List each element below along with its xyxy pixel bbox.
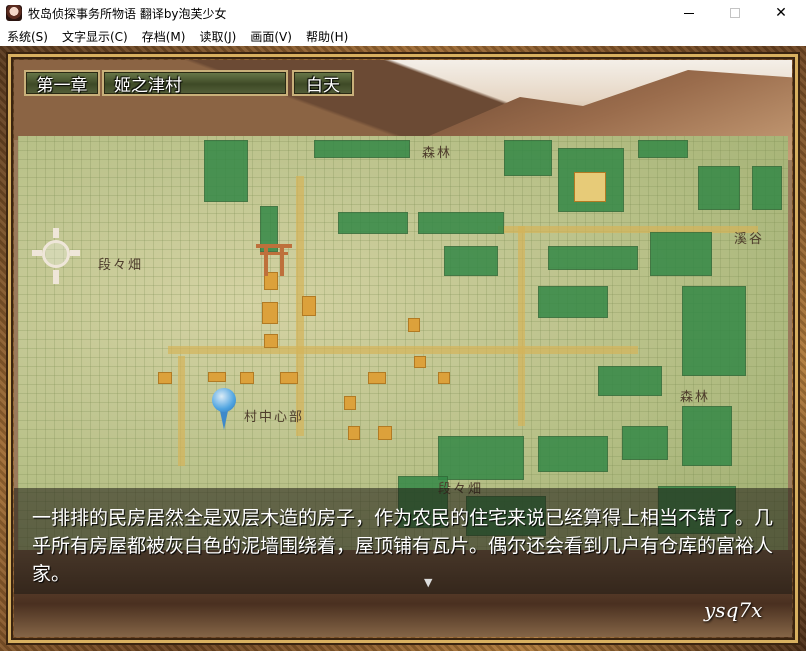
- map-block: [598, 366, 662, 396]
- minimize-icon: [684, 12, 694, 14]
- menu-save[interactable]: 存档(M): [135, 28, 193, 45]
- menu-text-display[interactable]: 文字显示(C): [55, 28, 135, 45]
- dialogue-box[interactable]: 一排排的民房居然全是双层木造的房子，作为农民的住宅来说已经算得上相当不错了。几乎…: [14, 488, 792, 594]
- map-road: [168, 346, 638, 354]
- map-block: [504, 140, 552, 176]
- map-road: [178, 356, 185, 466]
- map-building: [240, 372, 254, 384]
- map-building: [264, 334, 278, 348]
- chapter-plate: 第一章: [24, 70, 100, 96]
- menu-help[interactable]: 帮助(H): [299, 28, 355, 45]
- app-icon: [6, 5, 22, 21]
- close-button[interactable]: ✕: [758, 0, 804, 26]
- map-building: [368, 372, 386, 384]
- compass-icon: [32, 228, 82, 288]
- chapter-label: 第一章: [36, 75, 88, 96]
- map-road: [498, 226, 758, 233]
- map-building: [302, 296, 316, 316]
- time-label: 白天: [306, 75, 340, 96]
- map-building: [438, 372, 450, 384]
- window-titlebar[interactable]: 牧岛侦探事务所物语 翻译by泡芙少女 ✕: [0, 0, 806, 26]
- torii-icon: [256, 244, 292, 276]
- map-block: [314, 140, 410, 158]
- menu-bar: 系统(S) 文字显示(C) 存档(M) 读取(J) 画面(V) 帮助(H): [0, 26, 806, 46]
- menu-screen[interactable]: 画面(V): [243, 28, 299, 45]
- map-block: [338, 212, 408, 234]
- maximize-icon: [730, 8, 740, 18]
- map-block: [538, 286, 608, 318]
- map-building: [344, 396, 356, 410]
- dialogue-text: 一排排的民房居然全是双层木造的房子，作为农民的住宅来说已经算得上相当不错了。几乎…: [32, 507, 774, 585]
- map-block: [548, 246, 638, 270]
- map-building: [262, 302, 278, 324]
- map-building: [158, 372, 172, 384]
- maximize-button[interactable]: [712, 0, 758, 26]
- close-icon: ✕: [775, 5, 787, 21]
- map-block: [638, 140, 688, 158]
- map-block: [204, 140, 248, 202]
- watermark-text: ysq7x: [704, 598, 763, 622]
- map-block: [698, 166, 740, 210]
- minimize-button[interactable]: [666, 0, 712, 26]
- map-label-valley: 溪谷: [734, 232, 765, 247]
- location-label: 姬之津村: [114, 75, 182, 96]
- map-block: [438, 436, 524, 480]
- shrine-building: [574, 172, 606, 202]
- map-building: [408, 318, 420, 332]
- menu-system[interactable]: 系统(S): [0, 28, 55, 45]
- map-building: [414, 356, 426, 368]
- location-pin-icon[interactable]: [212, 388, 236, 432]
- map-road: [518, 226, 525, 426]
- map-building: [348, 426, 360, 440]
- map-block: [752, 166, 782, 210]
- next-page-icon[interactable]: ▼: [424, 576, 432, 589]
- map-block: [444, 246, 498, 276]
- map-block: [682, 406, 732, 466]
- map-label-field-west: 段々畑: [98, 258, 144, 273]
- map-building: [378, 426, 392, 440]
- location-plate: 姬之津村: [102, 70, 288, 96]
- map-label-forest-north: 森林: [422, 146, 453, 161]
- map-block: [622, 426, 668, 460]
- map-block: [650, 232, 712, 276]
- map-block: [682, 286, 746, 376]
- map-block: [418, 212, 504, 234]
- map-label-forest-east: 森林: [680, 390, 711, 405]
- map-block: [538, 436, 608, 472]
- map-label-village-center: 村中心部: [244, 410, 305, 425]
- menu-load[interactable]: 读取(J): [192, 28, 243, 45]
- map-building: [280, 372, 298, 384]
- window-title: 牧岛侦探事务所物语 翻译by泡芙少女: [28, 6, 227, 21]
- map-building: [208, 372, 226, 382]
- time-plate: 白天: [292, 70, 354, 96]
